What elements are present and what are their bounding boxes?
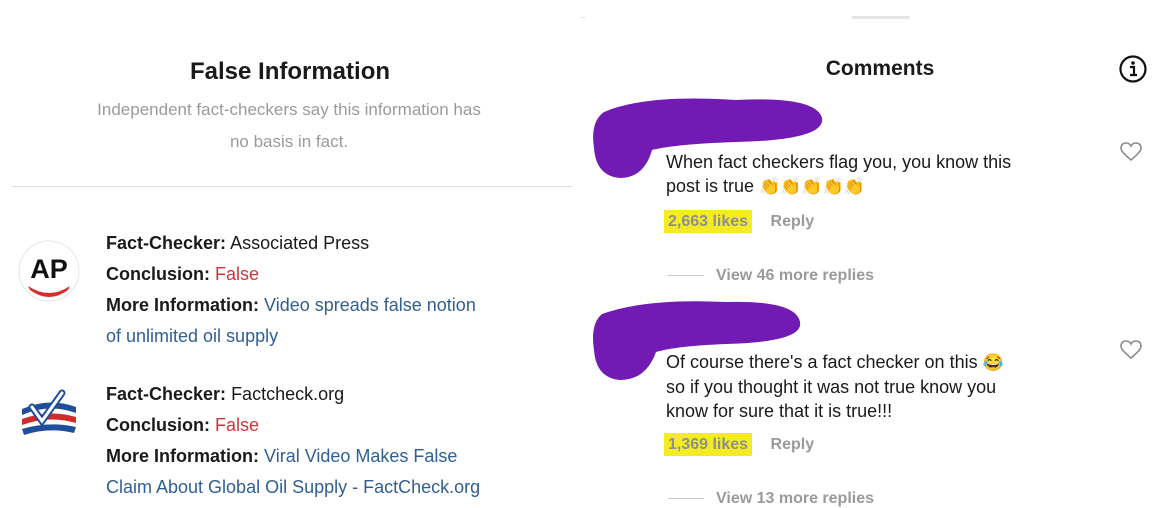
heart-icon[interactable] [1120, 142, 1142, 162]
comment-line: know for sure that it is true!!! [666, 401, 893, 422]
info-icon[interactable] [1118, 54, 1148, 84]
conclusion-row: Conclusion: False [106, 259, 576, 290]
clapping-hands-emoji: 👏👏👏👏👏 [759, 177, 865, 197]
more-information-row: More Information: Video spreads false no… [106, 290, 576, 321]
divider [668, 498, 704, 500]
comment-line: When fact checkers flag you, you know th… [666, 152, 1012, 172]
conclusion-row: Conclusion: False [106, 410, 576, 441]
likes-count[interactable]: 1,369 likes [664, 433, 753, 456]
fact-checker-label: Fact-Checker: [106, 233, 227, 253]
reply-button[interactable]: Reply [771, 436, 815, 453]
fact-check-details: Fact-Checker: Factcheck.org Conclusion: … [106, 379, 576, 503]
comment-meta: 2,663 likes Reply [664, 210, 815, 233]
subtitle-line-2: no basis in fact. [229, 132, 349, 151]
factcheck-org-logo-icon [22, 389, 76, 436]
more-information-label: More Information: [106, 295, 259, 315]
divider [580, 17, 586, 18]
fact-checker-label: Fact-Checker: [106, 384, 227, 404]
comments-title: Comments [825, 57, 935, 80]
fact-checker-row: Fact-Checker: Factcheck.org [106, 379, 576, 410]
more-information-link[interactable]: Video spreads false notion [264, 295, 476, 315]
comment-meta: 1,369 likes Reply [664, 433, 815, 456]
comment-line: so if you thought it was not true know y… [666, 377, 997, 398]
sheet-grab-handle[interactable] [852, 16, 910, 19]
divider [12, 186, 572, 187]
fact-check-details: Fact-Checker: Associated Press Conclusio… [106, 228, 576, 352]
subtitle-line-1: Independent fact-checkers say this infor… [97, 100, 481, 119]
comment-line-text: post is true [666, 176, 755, 196]
more-information-link-cont[interactable]: Claim About Global Oil Supply - FactChec… [106, 472, 576, 503]
more-information-label: More Information: [106, 446, 259, 466]
laughing-emoji: 😂 [982, 353, 1004, 373]
false-information-panel: False Information Independent fact-check… [0, 0, 580, 506]
likes-count[interactable]: 2,663 likes [664, 210, 753, 233]
view-more-replies[interactable]: View 46 more replies [668, 267, 874, 285]
divider [668, 275, 704, 277]
false-information-subtitle: Independent fact-checkers say this infor… [38, 94, 540, 158]
comment-text: When fact checkers flag you, you know th… [666, 150, 1116, 199]
more-information-link[interactable]: Viral Video Makes False [264, 446, 457, 466]
view-more-replies-label: View 46 more replies [716, 267, 875, 284]
conclusion-value: False [215, 264, 260, 284]
heart-icon[interactable] [1120, 340, 1142, 360]
false-information-title: False Information [189, 58, 391, 85]
reply-button[interactable]: Reply [771, 213, 815, 230]
ap-logo-icon: AP [18, 240, 80, 302]
fact-checker-name: Associated Press [230, 233, 370, 253]
comments-panel: Comments When fact checkers flag you, yo… [580, 0, 1157, 508]
comment-line: Of course there's a fact checker on this… [666, 350, 1116, 375]
comment-line-text: Of course there's a fact checker on this [666, 352, 978, 372]
comment-text: Of course there's a fact checker on this… [666, 350, 1116, 423]
view-more-replies-label: View 13 more replies [716, 490, 875, 507]
comment-line: post is true 👏👏👏👏👏 [666, 174, 1116, 199]
view-more-replies[interactable]: View 13 more replies [668, 490, 874, 508]
fact-checker-name: Factcheck.org [231, 384, 345, 404]
conclusion-label: Conclusion: [106, 415, 210, 435]
fact-checker-row: Fact-Checker: Associated Press [106, 228, 576, 259]
svg-text:AP: AP [30, 254, 68, 284]
conclusion-label: Conclusion: [106, 264, 210, 284]
more-information-row: More Information: Viral Video Makes Fals… [106, 441, 576, 472]
conclusion-value: False [215, 415, 260, 435]
more-information-link-cont[interactable]: of unlimited oil supply [106, 321, 576, 352]
